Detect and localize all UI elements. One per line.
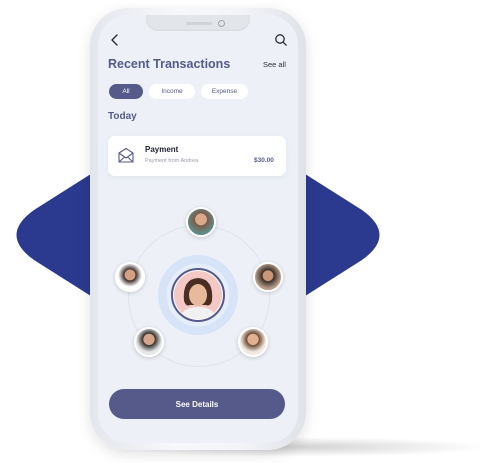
speaker-grille bbox=[186, 22, 212, 25]
transaction-title: Payment bbox=[145, 145, 179, 154]
page-title: Recent Transactions bbox=[108, 57, 231, 71]
back-chevron-icon[interactable] bbox=[108, 33, 122, 47]
contact-avatar[interactable] bbox=[186, 207, 216, 237]
app-screen: Recent Transactions See all All Income E… bbox=[98, 15, 298, 443]
contact-avatar[interactable] bbox=[238, 327, 268, 357]
search-icon[interactable] bbox=[274, 33, 288, 47]
selected-contact-avatar[interactable] bbox=[171, 268, 225, 322]
tab-income[interactable]: Income bbox=[149, 84, 195, 99]
transaction-amount: $30.00 bbox=[254, 157, 274, 164]
tab-expense[interactable]: Expense bbox=[201, 84, 248, 99]
transaction-card[interactable]: Payment Payment from Andrea $30.00 bbox=[108, 136, 286, 176]
contact-avatar[interactable] bbox=[115, 262, 145, 292]
envelope-icon bbox=[118, 147, 134, 163]
tab-all[interactable]: All bbox=[109, 84, 143, 99]
transaction-subtitle: Payment from Andrea bbox=[145, 158, 199, 164]
see-all-link[interactable]: See all bbox=[263, 60, 286, 69]
phone-notch bbox=[146, 15, 250, 31]
contact-avatar[interactable] bbox=[253, 262, 283, 292]
contact-avatar[interactable] bbox=[134, 327, 164, 357]
section-heading-today: Today bbox=[108, 111, 137, 122]
camera-dot bbox=[218, 20, 225, 27]
see-details-button[interactable]: See Details bbox=[109, 389, 285, 419]
